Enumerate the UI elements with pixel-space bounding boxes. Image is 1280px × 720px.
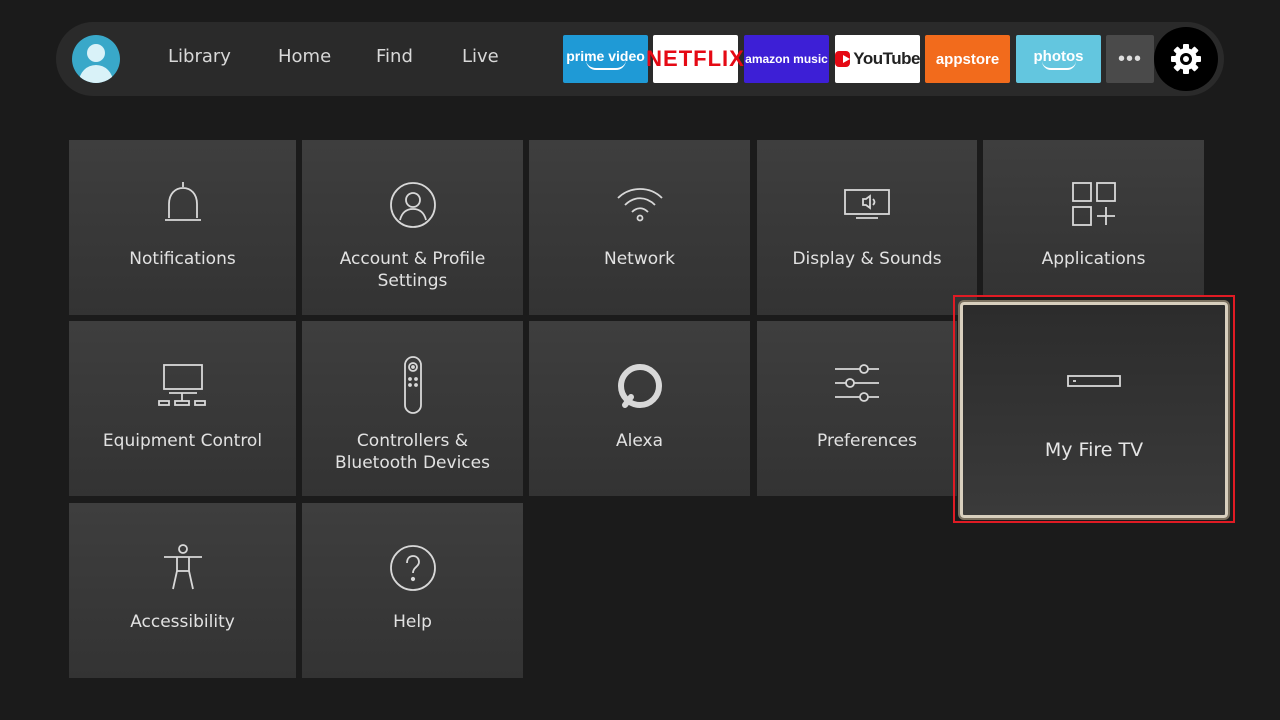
tile-label: Equipment Control <box>102 431 263 451</box>
tile-applications[interactable]: Applications <box>983 140 1204 295</box>
appstore-label: appstore <box>935 50 1000 68</box>
settings-button[interactable] <box>1154 27 1218 91</box>
amazon-music-label: amazon music <box>745 52 828 66</box>
tile-controllers-bluetooth[interactable]: Controllers & Bluetooth Devices <box>302 321 523 496</box>
tile-label: Alexa <box>616 431 663 451</box>
nav-find[interactable]: Find <box>376 46 413 67</box>
tile-equipment-control[interactable]: Equipment Control <box>69 321 296 496</box>
tile-label: Accessibility <box>130 612 235 632</box>
more-dots-icon: ••• <box>1117 47 1142 70</box>
nav-live[interactable]: Live <box>462 46 499 67</box>
tile-label: Controllers & Bluetooth Devices <box>335 431 490 473</box>
tv-speaker-icon <box>844 189 890 219</box>
accessibility-person-icon <box>163 544 202 590</box>
wifi-icon <box>616 188 663 222</box>
app-youtube[interactable]: YouTube <box>835 35 920 83</box>
tile-network[interactable]: Network <box>529 140 750 315</box>
tile-label: Applications <box>1041 249 1146 269</box>
tile-accessibility[interactable]: Accessibility <box>69 503 296 678</box>
youtube-label: YouTube <box>853 49 920 68</box>
tile-notifications[interactable]: Notifications <box>69 140 296 315</box>
tile-label: Notifications <box>129 249 236 269</box>
netflix-label: NETFLIX <box>646 46 745 71</box>
tile-label: Preferences <box>817 431 917 451</box>
tile-label: Display & Sounds <box>792 249 942 269</box>
app-photos[interactable]: photos <box>1016 35 1101 83</box>
selection-highlight-box <box>953 295 1235 523</box>
app-netflix[interactable]: NETFLIX <box>646 35 744 83</box>
tile-alexa[interactable]: Alexa <box>529 321 750 496</box>
tile-label: Help <box>393 612 432 632</box>
app-amazon-music[interactable]: amazon music <box>744 35 829 83</box>
nav-home[interactable]: Home <box>278 46 331 67</box>
nav-library[interactable]: Library <box>168 46 231 67</box>
app-appstore[interactable]: appstore <box>925 35 1010 83</box>
gear-icon <box>1171 44 1201 74</box>
bell-icon <box>164 182 201 221</box>
avatar-head-shape <box>87 44 105 62</box>
remote-icon <box>403 356 422 414</box>
app-prime-video[interactable]: prime video <box>563 35 648 83</box>
person-circle-icon <box>389 182 436 228</box>
tile-help[interactable]: Help <box>302 503 523 678</box>
apps-grid-icon <box>1071 182 1116 226</box>
tile-label: Network <box>604 249 675 269</box>
tile-preferences[interactable]: Preferences <box>757 321 957 496</box>
top-navigation-bar: Library Home Find Live prime video NETFL… <box>56 22 1224 96</box>
equipment-icon <box>157 364 206 406</box>
alexa-ring-icon <box>617 364 662 408</box>
more-apps-button[interactable]: ••• <box>1106 35 1154 83</box>
avatar-body-shape <box>79 65 113 83</box>
youtube-play-icon <box>835 51 851 67</box>
tile-label: Account & Profile Settings <box>339 249 486 291</box>
help-question-icon <box>389 545 436 591</box>
prime-smile-logo <box>585 60 626 70</box>
tile-display-sounds[interactable]: Display & Sounds <box>757 140 977 315</box>
tile-account-profile-settings[interactable]: Account & Profile Settings <box>302 140 523 315</box>
photos-smile-logo <box>1041 61 1076 70</box>
sliders-icon <box>835 364 879 402</box>
profile-avatar[interactable] <box>72 35 120 83</box>
